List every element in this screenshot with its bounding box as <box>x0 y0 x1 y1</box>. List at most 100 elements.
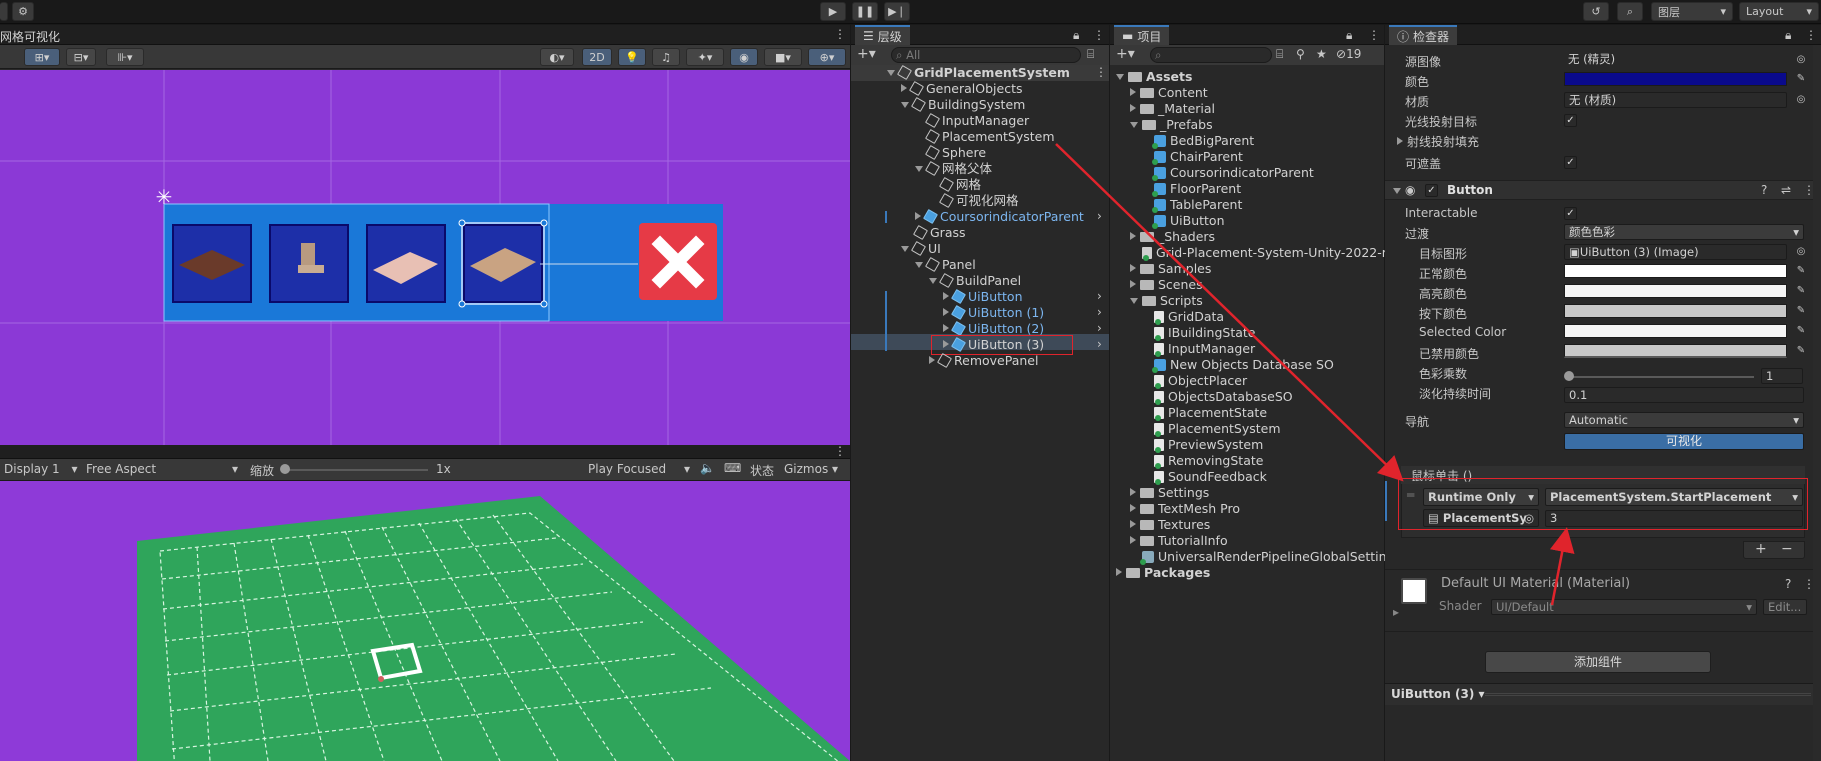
game-canvas[interactable] <box>0 481 850 761</box>
transition-dropdown[interactable]: 颜色色彩 ▾ <box>1564 224 1804 240</box>
search-by-type-icon[interactable]: ⌸ <box>1276 47 1283 62</box>
more-menu-icon[interactable]: ⋮ <box>1805 28 1817 42</box>
more-menu-icon[interactable]: ⋮ <box>834 27 846 41</box>
project-item[interactable]: TutorialInfo <box>1130 533 1228 549</box>
project-item[interactable]: Scripts <box>1130 293 1203 309</box>
project-item[interactable]: InputManager <box>1154 341 1255 357</box>
project-item[interactable]: Assets <box>1116 69 1192 85</box>
remove-listener-button[interactable]: − <box>1781 541 1793 557</box>
audio-toggle[interactable]: ♫ <box>652 48 680 66</box>
more-menu-icon[interactable]: ⋮ <box>1093 28 1105 42</box>
chevron-right-icon[interactable]: › <box>1097 289 1102 303</box>
inspector-tab[interactable]: ⓘ 检查器 <box>1389 25 1458 45</box>
hierarchy-item[interactable]: UiButton (1) <box>943 304 1044 321</box>
chevron-right-icon[interactable]: › <box>1097 337 1102 351</box>
project-item[interactable]: _Material <box>1130 101 1215 117</box>
selected-color-swatch[interactable] <box>1564 324 1787 338</box>
hierarchy-item[interactable]: 网格父体 <box>915 160 992 177</box>
stats-toggle[interactable]: 状态 <box>750 462 774 479</box>
project-item[interactable]: Content <box>1130 85 1208 101</box>
help-icon[interactable]: ? <box>1785 577 1791 591</box>
eyedropper-icon[interactable]: ✎ <box>1795 265 1807 277</box>
color-multiplier-slider[interactable] <box>1564 371 1754 381</box>
project-item[interactable]: GridData <box>1154 309 1224 325</box>
project-item[interactable]: UniversalRenderPipelineGlobalSettings <box>1140 549 1401 565</box>
project-item[interactable]: Grid-Placement-System-Unity-2022-ma <box>1142 245 1402 261</box>
eyedropper-icon[interactable]: ✎ <box>1795 325 1807 337</box>
favorite-icon[interactable]: ★ <box>1316 47 1327 61</box>
color-multiplier-input[interactable]: 1 <box>1761 368 1803 384</box>
pause-button[interactable]: ❚❚ <box>852 2 878 21</box>
pressed-color-swatch[interactable] <box>1564 304 1787 318</box>
gizmos-dropdown[interactable]: ⊕▾ <box>808 48 846 66</box>
eyedropper-icon[interactable]: ✎ <box>1795 345 1807 357</box>
object-picker-icon[interactable]: ◎ <box>1795 246 1807 258</box>
fade-duration-input[interactable]: 0.1 <box>1564 387 1804 403</box>
raycast-padding-foldout[interactable]: 射线投射填充 <box>1397 133 1479 150</box>
disabled-color-swatch[interactable] <box>1564 344 1787 358</box>
history-button[interactable]: ↺ <box>1583 2 1609 21</box>
project-item[interactable]: Scenes <box>1130 277 1203 293</box>
project-item[interactable]: _Shaders <box>1130 229 1215 245</box>
layout-dropdown[interactable]: Layout ▾ <box>1739 2 1819 21</box>
inspector-scrollbar[interactable] <box>1813 45 1821 761</box>
project-item[interactable]: PreviewSystem <box>1154 437 1263 453</box>
project-item[interactable]: ObjectPlacer <box>1154 373 1247 389</box>
navigation-dropdown[interactable]: Automatic ▾ <box>1564 412 1804 428</box>
create-dropdown[interactable]: +▾ <box>857 46 876 62</box>
project-item[interactable]: PlacementState <box>1154 405 1267 421</box>
play-mode-dropdown[interactable]: Play Focused ▾ <box>588 462 690 476</box>
footer-object-dropdown[interactable]: UiButton (3) ▾ <box>1391 687 1485 701</box>
step-button[interactable]: ▶❘ <box>884 2 910 21</box>
add-component-button[interactable]: 添加组件 <box>1485 651 1711 673</box>
color-swatch[interactable] <box>1564 72 1787 86</box>
lock-icon[interactable]: 🔒︎ <box>1346 28 1352 43</box>
project-item[interactable]: RemovingState <box>1154 453 1263 469</box>
keyboard-icon[interactable]: ⌨ <box>724 461 741 475</box>
search-by-label-icon[interactable]: ⚲ <box>1296 47 1305 61</box>
color-multiplier-slider-handle[interactable] <box>1564 371 1574 381</box>
grid-snap-dropdown[interactable]: ⊟▾ <box>66 48 96 66</box>
hierarchy-item[interactable]: 网格 <box>938 176 981 193</box>
scene-canvas[interactable]: ✳ <box>0 70 850 445</box>
highlighted-color-swatch[interactable] <box>1564 284 1787 298</box>
lock-icon[interactable]: 🔒︎ <box>1785 28 1791 43</box>
hierarchy-item[interactable]: Panel <box>915 256 976 273</box>
more-menu-icon[interactable]: ⋮ <box>1095 65 1107 79</box>
transform-tool-dropdown[interactable]: ⊞▾ <box>24 48 60 66</box>
layers-dropdown[interactable]: 图层 ▾ <box>1651 2 1733 21</box>
button-enabled-checbox[interactable]: ✓ <box>1425 184 1438 197</box>
hidden-objects-toggle[interactable]: ◉ <box>730 48 758 66</box>
scale-slider-handle[interactable] <box>280 464 290 474</box>
project-item[interactable]: ObjectsDatabaseSO <box>1154 389 1293 405</box>
normal-color-swatch[interactable] <box>1564 264 1787 278</box>
project-item[interactable]: ChairParent <box>1152 149 1243 165</box>
add-listener-button[interactable]: + <box>1755 541 1767 557</box>
material-foldout-icon[interactable]: ▸ <box>1393 605 1399 619</box>
display-dropdown[interactable]: Display 1 ▾ <box>4 462 78 476</box>
material-field[interactable]: 无 (材质) <box>1564 92 1787 108</box>
hierarchy-item[interactable]: RemovePanel <box>929 352 1038 369</box>
hierarchy-item[interactable]: 可视化网格 <box>938 192 1019 209</box>
project-item[interactable]: BedBigParent <box>1152 133 1254 149</box>
object-picker-icon[interactable]: ◎ <box>1795 94 1807 106</box>
project-item[interactable]: TableParent <box>1152 197 1242 213</box>
camera-dropdown[interactable]: ■▾ <box>764 48 802 66</box>
hierarchy-item[interactable]: GridPlacementSystem <box>887 64 1070 81</box>
play-button[interactable]: ▶ <box>820 2 846 21</box>
chevron-right-icon[interactable]: › <box>1097 305 1102 319</box>
lock-icon[interactable]: 🔒︎ <box>1073 28 1079 43</box>
search-button[interactable]: ⌕ <box>1617 2 1643 21</box>
shader-edit-button[interactable]: Edit... <box>1763 599 1807 615</box>
chevron-right-icon[interactable]: › <box>1097 321 1102 335</box>
project-tab[interactable]: ▬ 项目 <box>1114 25 1170 45</box>
raycast-target-checkbox[interactable]: ✓ <box>1564 114 1577 127</box>
create-dropdown[interactable]: +▾ <box>1116 46 1135 62</box>
hierarchy-item[interactable]: CoursorindicatorParent <box>915 208 1084 225</box>
2d-toggle[interactable]: 2D <box>582 48 612 66</box>
hierarchy-item[interactable]: PlacementSystem <box>924 128 1055 145</box>
increment-snap-dropdown[interactable]: ⊪▾ <box>106 48 144 66</box>
project-item[interactable]: Samples <box>1130 261 1211 277</box>
hidden-packages-icon[interactable]: ⊘19 <box>1336 47 1361 61</box>
effects-dropdown[interactable]: ✦▾ <box>686 48 724 66</box>
